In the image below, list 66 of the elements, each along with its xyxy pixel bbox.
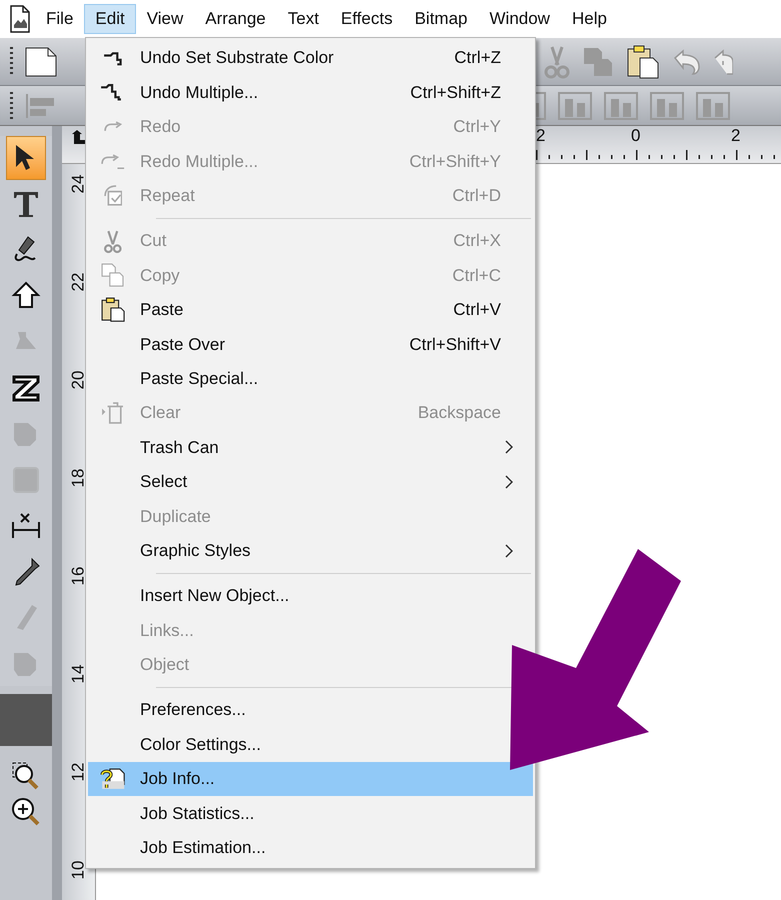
- new-document-icon[interactable]: [24, 46, 58, 78]
- shortcut-label: Ctrl+Y: [453, 116, 501, 138]
- square-tool-icon: [10, 464, 42, 496]
- shortcut-label: Ctrl+D: [452, 185, 501, 207]
- ruler-label: 2: [731, 126, 740, 146]
- menu-item[interactable]: Job Statistics...: [88, 796, 533, 831]
- menu-item[interactable]: Paste Special...: [88, 362, 533, 396]
- menu-item[interactable]: Trash Can: [88, 430, 533, 465]
- redo-icon: [104, 121, 122, 132]
- menu-item[interactable]: Graphic Styles: [88, 533, 533, 568]
- toolbox-divider-panel: [0, 694, 52, 746]
- ruler-label: 12: [68, 762, 88, 782]
- ruler-label: 2: [536, 126, 546, 146]
- menu-item[interactable]: Select: [88, 464, 533, 500]
- ruler-label: 22: [68, 272, 88, 292]
- grip-icon: [10, 92, 14, 120]
- repeat-icon: [104, 185, 122, 206]
- menu-item[interactable]: Job Info...: [88, 762, 533, 796]
- shortcut-label: Ctrl+Z: [454, 47, 501, 70]
- ruler-origin-icon[interactable]: [71, 129, 87, 145]
- job-info-icon: [100, 768, 126, 790]
- menu-bar-item[interactable]: Edit: [84, 4, 136, 34]
- clear-icon: [101, 402, 125, 424]
- shortcut-label: Ctrl+Shift+V: [409, 334, 501, 356]
- undo-icon[interactable]: [713, 48, 733, 76]
- shortcut-label: Backspace: [418, 402, 501, 424]
- menu-item[interactable]: Undo Multiple... Ctrl+Shift+Z: [88, 75, 533, 110]
- grip-icon: [10, 46, 14, 76]
- menu-bar-item[interactable]: Effects: [330, 4, 404, 34]
- menu-item[interactable]: Paste Ctrl+V: [88, 292, 533, 328]
- shortcut-label: Ctrl+Shift+Y: [409, 150, 501, 173]
- menu-item[interactable]: Paste Over Ctrl+Shift+V: [88, 327, 533, 362]
- menu-bar-item[interactable]: Bitmap: [404, 4, 478, 34]
- ruler-label: 18: [68, 468, 88, 488]
- align-icon[interactable]: [603, 90, 639, 120]
- document-icon[interactable]: [8, 5, 32, 33]
- ruler-label: 16: [68, 566, 88, 586]
- menu-bar-item[interactable]: Help: [560, 4, 618, 34]
- redo-multi-icon: [100, 154, 126, 170]
- menu-item[interactable]: Insert New Object...: [88, 578, 533, 614]
- shortcut-label: Ctrl+V: [453, 299, 501, 322]
- menu-item[interactable]: Job Estimation...: [88, 830, 533, 865]
- clipboard-icon[interactable]: [625, 44, 661, 80]
- align-icon[interactable]: [649, 90, 685, 120]
- shortcut-label: Ctrl+X: [453, 230, 501, 252]
- menu-bar-item[interactable]: View: [136, 4, 194, 34]
- zoom-in-icon[interactable]: [10, 796, 42, 828]
- menu-bar-item[interactable]: Window: [478, 4, 561, 34]
- ruler-label: 14: [68, 664, 88, 684]
- shortcut-label: Ctrl+Shift+Z: [410, 82, 501, 104]
- ruler-label: 10: [68, 860, 88, 880]
- align-icon[interactable]: [695, 90, 731, 120]
- menu-bar-item[interactable]: Arrange: [194, 4, 277, 34]
- menu-bar-item[interactable]: Text: [276, 4, 330, 34]
- ruler-label: 24: [68, 174, 88, 194]
- ruler-label: 0: [631, 126, 640, 146]
- menu-bar-item[interactable]: File: [35, 4, 84, 34]
- paste-icon: [100, 297, 126, 323]
- shortcut-label: Ctrl+C: [452, 264, 501, 287]
- undo-icon: [103, 50, 123, 66]
- cut-icon: [104, 230, 122, 253]
- ruler-label: 20: [68, 370, 88, 390]
- scissors-icon[interactable]: [543, 44, 571, 78]
- copy-icon: [101, 263, 125, 288]
- tool-button[interactable]: [6, 136, 46, 180]
- align-icon[interactable]: [557, 90, 593, 120]
